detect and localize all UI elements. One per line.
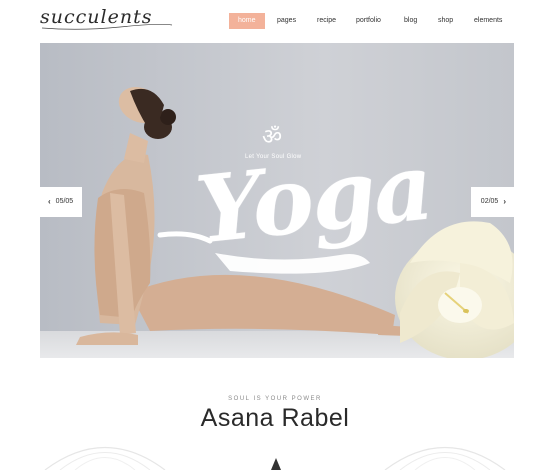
main-nav: home pages recipe portfolio blog shop el… (0, 13, 550, 29)
chevron-right-icon: › (503, 197, 506, 206)
mandala-icon (44, 446, 166, 470)
nav-blog[interactable]: blog (404, 13, 417, 29)
slider-next-button[interactable]: 02/05 › (470, 187, 514, 217)
section-title: Asana Rabel (200, 404, 350, 432)
section-kicker: SOUL IS YOUR POWER (228, 396, 322, 402)
chevron-left-icon: ‹ (48, 197, 51, 206)
nav-home[interactable]: home (229, 13, 265, 29)
hero-slider: ॐ Let Your Soul Glow Yoga ‹ 05/05 02/05 … (40, 43, 514, 358)
om-icon: ॐ (262, 125, 282, 150)
lotus-icon (271, 458, 281, 470)
nav-pages[interactable]: pages (277, 13, 296, 29)
nav-portfolio[interactable]: portfolio (356, 13, 381, 29)
nav-shop[interactable]: shop (438, 13, 453, 29)
slider-next-label: 02/05 (480, 198, 499, 205)
slider-prev-label: 05/05 (55, 198, 74, 205)
slider-prev-button[interactable]: ‹ 05/05 (40, 187, 83, 217)
mandala-icon (384, 446, 506, 470)
nav-elements[interactable]: elements (474, 13, 502, 29)
hero-script-word: Yoga (191, 132, 437, 265)
site-header: succulents home pages recipe portfolio b… (0, 0, 550, 42)
nav-recipe[interactable]: recipe (317, 13, 336, 29)
